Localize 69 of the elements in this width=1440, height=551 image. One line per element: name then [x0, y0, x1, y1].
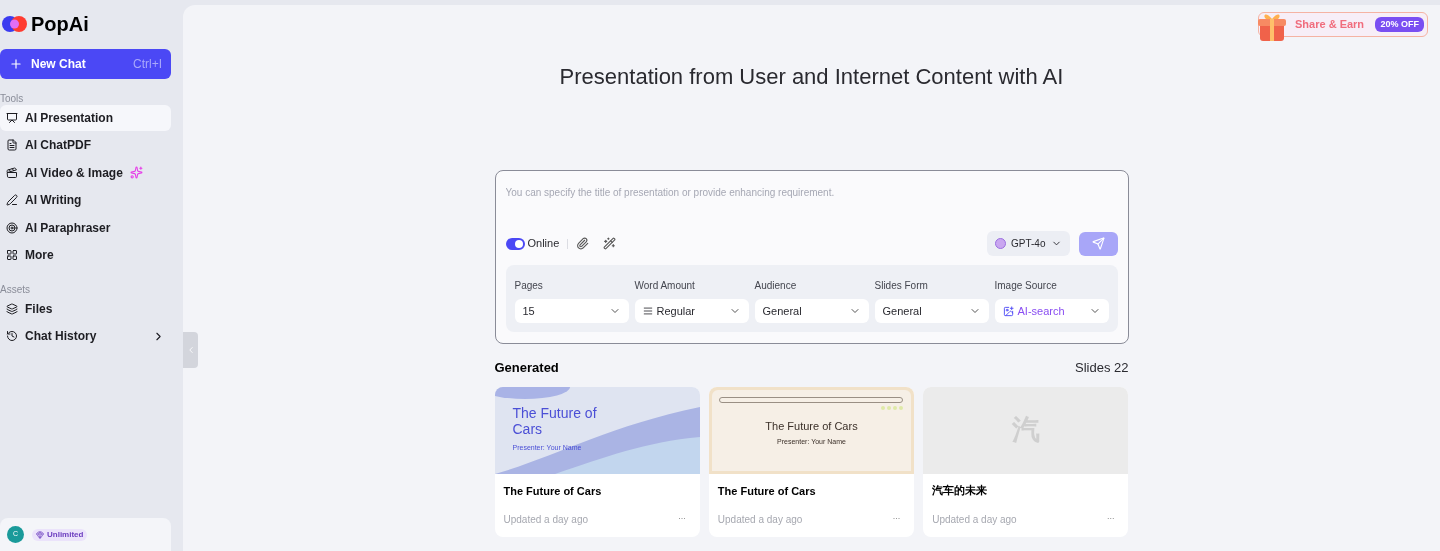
setting-label: Pages [514, 279, 544, 293]
discount-badge: 20% OFF [1375, 17, 1424, 32]
page-title: Presentation from User and Internet Content with AI [559, 63, 1064, 91]
paperclip-icon[interactable] [576, 237, 590, 250]
logo-text: PopAi [31, 12, 89, 37]
video-icon [6, 166, 18, 179]
setting-label: Slides Form [874, 279, 929, 293]
collapse-handle[interactable] [183, 332, 198, 368]
setting-label: Word Amount [634, 279, 696, 293]
model-selector[interactable]: GPT-4o [987, 231, 1070, 256]
slide-title: The Future of Cars [765, 418, 858, 434]
slides-count: Slides 22 [1075, 359, 1129, 377]
more-options[interactable]: ... [892, 509, 901, 523]
sidebar-label: AI Paraphraser [25, 219, 111, 237]
lines-icon [642, 306, 653, 316]
setting-dropdown[interactable]: General [874, 299, 989, 323]
prompt-input[interactable]: You can specify the title of presentation or provide enhancing requirement. [505, 185, 1118, 199]
card-title: The Future of Cars [503, 483, 603, 499]
sidebar-item[interactable]: Files [0, 295, 171, 322]
sidebar-label: AI Video & Image [25, 164, 123, 182]
setting-label: Image Source [994, 279, 1058, 293]
online-label: Online [527, 236, 560, 252]
updated-time: Updated a day ago [717, 513, 803, 527]
setting-label: Audience [754, 279, 798, 293]
sidebar-item[interactable]: More [0, 242, 171, 268]
sidebar-label: AI ChatPDF [25, 137, 91, 154]
sidebar-label: AI Presentation [25, 109, 114, 127]
sidebar-item[interactable]: AI Paraphraser [0, 214, 171, 241]
send-icon [1091, 237, 1105, 250]
sidebar-label: AI Writing [25, 192, 82, 209]
sidebar-item[interactable]: Chat History [0, 323, 171, 349]
online-toggle[interactable] [505, 237, 525, 250]
slide-title: The Future of Cars [512, 404, 598, 437]
image-icon [1002, 305, 1014, 317]
card-title: 汽车的未来 [932, 482, 989, 499]
section-title: Generated [494, 359, 559, 377]
sidebar-label: Chat History [25, 328, 97, 345]
paraphraser-icon [6, 221, 18, 234]
setting-dropdown[interactable]: Regular [634, 299, 749, 323]
new-chat-button[interactable]: New Chat Ctrl+I [0, 49, 171, 79]
magic-wand-icon[interactable] [603, 237, 617, 250]
section-heading: Tools [0, 92, 25, 103]
sidebar-label: More [25, 247, 54, 264]
setting-dropdown[interactable]: 15 [514, 299, 629, 323]
files-icon [6, 302, 18, 315]
sidebar-label: Files [25, 300, 53, 318]
updated-time: Updated a day ago [932, 513, 1017, 527]
setting-dropdown[interactable]: AI-search [994, 299, 1109, 323]
setting-dropdown[interactable]: General [754, 299, 869, 323]
history-icon [6, 330, 18, 342]
plan-badge: Unlimited [32, 528, 88, 541]
gift-icon [1256, 11, 1288, 43]
more-options[interactable]: ... [678, 509, 686, 523]
sidebar-item[interactable]: AI ChatPDF [0, 132, 171, 158]
sidebar-item[interactable]: AI Video & Image [0, 159, 171, 186]
sidebar-item[interactable]: AI Presentation [0, 104, 171, 131]
writing-icon [6, 194, 18, 206]
more-icon [6, 249, 18, 261]
pdf-icon [6, 139, 18, 151]
logo-icon [2, 15, 28, 33]
presentation-icon [6, 111, 18, 124]
sidebar-item[interactable]: AI Writing [0, 187, 171, 213]
section-heading: Assets [0, 283, 31, 294]
plus-icon [9, 57, 23, 71]
more-options[interactable]: ... [1106, 509, 1115, 523]
gem-icon [36, 530, 44, 539]
card-title: The Future of Cars [717, 483, 817, 499]
model-icon [995, 238, 1007, 249]
updated-time: Updated a day ago [503, 513, 588, 527]
